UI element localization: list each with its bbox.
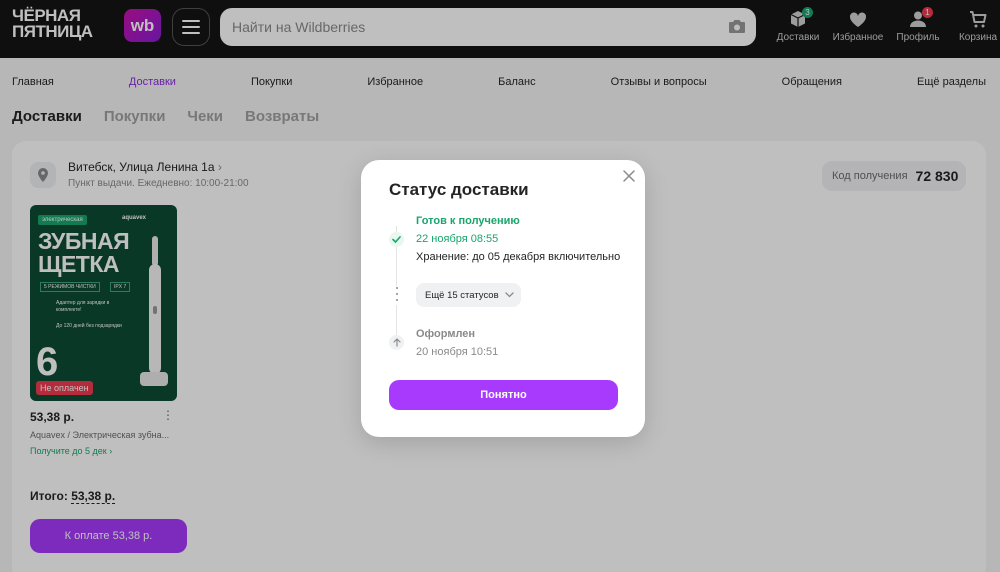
ok-button[interactable]: Понятно <box>389 380 618 410</box>
more-statuses-label: Ещё 15 статусов <box>425 289 499 301</box>
more-statuses-button[interactable]: Ещё 15 статусов <box>416 283 521 307</box>
check-icon <box>389 232 404 247</box>
status-created-title: Оформлен <box>416 328 476 340</box>
modal-title: Статус доставки <box>389 180 529 199</box>
timeline-line <box>396 305 397 335</box>
arrow-up-icon <box>389 335 404 350</box>
close-icon[interactable] <box>621 168 637 184</box>
status-created-date: 20 ноября 10:51 <box>416 346 499 358</box>
timeline-dots-icon <box>393 287 401 301</box>
status-ready-date: 22 ноября 08:55 <box>416 233 499 245</box>
status-ready-title: Готов к получению <box>416 215 520 227</box>
status-storage-info: Хранение: до 05 декабря включительно <box>416 251 621 263</box>
chevron-down-icon <box>504 292 514 298</box>
